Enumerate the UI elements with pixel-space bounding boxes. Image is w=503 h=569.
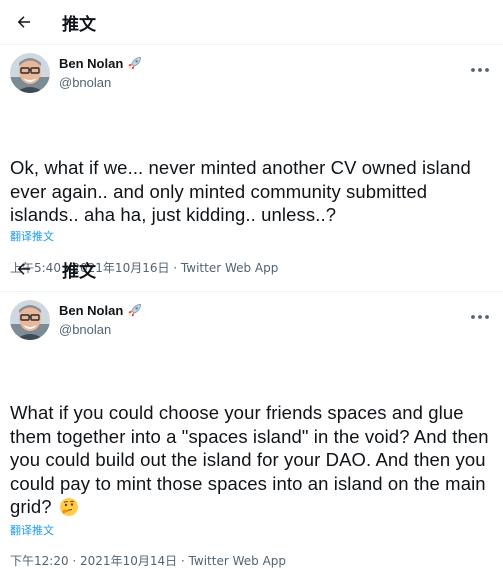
back-arrow-icon[interactable] (12, 257, 36, 281)
tweet-panel-2: 推文 Ben Nolan @bnolan What if you could c… (0, 247, 503, 569)
tweet-header: 推文 (0, 247, 503, 291)
translate-tweet-link[interactable]: 翻译推文 (0, 228, 54, 244)
author-block: Ben Nolan @bnolan (0, 292, 503, 350)
avatar[interactable] (10, 300, 50, 340)
more-options-icon[interactable] (469, 308, 491, 326)
rocket-icon (127, 56, 142, 71)
tweet-text-container: What if you could choose your friends sp… (0, 401, 503, 519)
author-name[interactable]: Ben Nolan (59, 56, 123, 71)
author-handle[interactable]: @bnolan (59, 75, 111, 90)
source-app-link[interactable]: Twitter Web App (189, 554, 286, 568)
tweet-text: Ok, what if we... never minted another C… (10, 157, 471, 226)
more-options-icon[interactable] (469, 61, 491, 79)
rocket-icon (127, 303, 142, 318)
page-title: 推文 (62, 14, 96, 35)
author-name[interactable]: Ben Nolan (59, 303, 123, 318)
page-title: 推文 (62, 261, 96, 282)
avatar[interactable] (10, 53, 50, 93)
timestamp-text[interactable]: 下午12:20 · 2021年10月14日 · (10, 554, 189, 568)
tweet-panel-1: 推文 Ben Nolan @bnolan Ok, what if we... n… (0, 0, 503, 276)
author-handle[interactable]: @bnolan (59, 322, 111, 337)
author-block: Ben Nolan @bnolan (0, 45, 503, 103)
tweet-timestamp: 下午12:20 · 2021年10月14日 · Twitter Web App (0, 552, 503, 569)
back-arrow-icon[interactable] (12, 10, 36, 34)
thinking-face-emoji (59, 498, 78, 517)
tweet-text: What if you could choose your friends sp… (10, 402, 489, 518)
tweet-header: 推文 (0, 0, 503, 44)
translate-tweet-link[interactable]: 翻译推文 (0, 522, 54, 538)
